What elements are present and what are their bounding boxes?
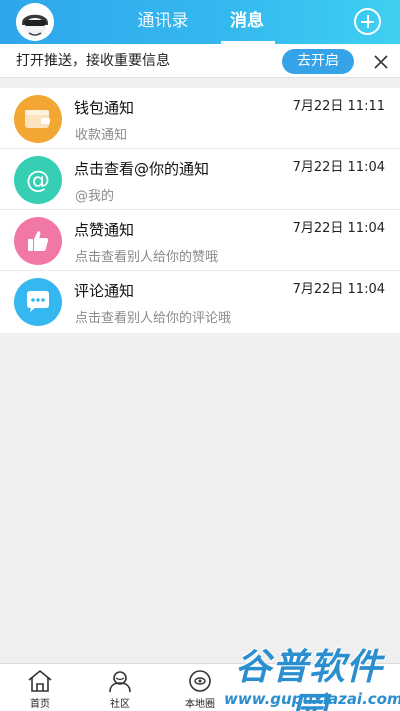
message-title: 点赞通知 bbox=[74, 221, 135, 239]
message-title: 评论通知 bbox=[74, 282, 135, 300]
list-item[interactable]: 点赞通知 点击查看别人给你的赞哦 7月22日 11:04 bbox=[0, 210, 400, 271]
message-subtitle: 点击查看别人给你的赞哦 bbox=[75, 250, 219, 265]
message-subtitle: 点击查看别人给你的评论哦 bbox=[75, 311, 232, 326]
nav-label: 首页 bbox=[30, 699, 50, 710]
at-icon: @ bbox=[14, 156, 62, 204]
home-icon bbox=[28, 669, 52, 692]
local-circle-icon bbox=[189, 670, 211, 692]
close-icon[interactable] bbox=[372, 53, 390, 71]
tab-messages[interactable]: 消息 bbox=[218, 0, 276, 44]
tab-contacts[interactable]: 通讯录 bbox=[118, 0, 208, 44]
wallet-icon bbox=[14, 95, 62, 143]
nav-item-home[interactable]: 首页 bbox=[10, 664, 70, 711]
comment-icon bbox=[14, 278, 62, 326]
enable-push-button[interactable]: 去开启 bbox=[282, 49, 354, 74]
message-subtitle: @我的 bbox=[75, 189, 115, 204]
thumbs-up-icon bbox=[14, 217, 62, 265]
message-time: 7月22日 11:04 bbox=[292, 282, 385, 297]
watermark: 谷普软件园 www.gupuxiazai.com bbox=[218, 646, 400, 711]
top-header: 通讯录 消息 bbox=[0, 0, 400, 44]
user-avatar-icon bbox=[16, 3, 54, 41]
list-item[interactable]: @ 点击查看@你的通知 @我的 7月22日 11:04 bbox=[0, 149, 400, 210]
add-button[interactable] bbox=[354, 8, 381, 35]
message-title: 点击查看@你的通知 bbox=[74, 160, 210, 178]
message-time: 7月22日 11:04 bbox=[292, 221, 385, 236]
message-time: 7月22日 11:04 bbox=[292, 160, 385, 175]
message-time: 7月22日 11:11 bbox=[292, 99, 385, 114]
avatar[interactable] bbox=[16, 3, 54, 41]
list-item[interactable]: 钱包通知 收款通知 7月22日 11:11 bbox=[0, 88, 400, 149]
community-icon bbox=[109, 671, 131, 693]
list-item[interactable]: 评论通知 点击查看别人给你的评论哦 7月22日 11:04 bbox=[0, 271, 400, 333]
message-title: 钱包通知 bbox=[74, 99, 135, 117]
nav-item-community[interactable]: 社区 bbox=[90, 664, 150, 711]
svg-text:@: @ bbox=[26, 166, 50, 194]
push-notice-bar: 打开推送，接收重要信息 去开启 bbox=[0, 44, 400, 78]
watermark-url: www.gupuxiazai.com bbox=[224, 690, 400, 708]
message-list: 钱包通知 收款通知 7月22日 11:11 @ 点击查看@你的通知 @我的 7月… bbox=[0, 88, 400, 333]
push-notice-text: 打开推送，接收重要信息 bbox=[16, 53, 170, 69]
message-subtitle: 收款通知 bbox=[75, 128, 128, 143]
nav-label: 社区 bbox=[110, 699, 130, 710]
